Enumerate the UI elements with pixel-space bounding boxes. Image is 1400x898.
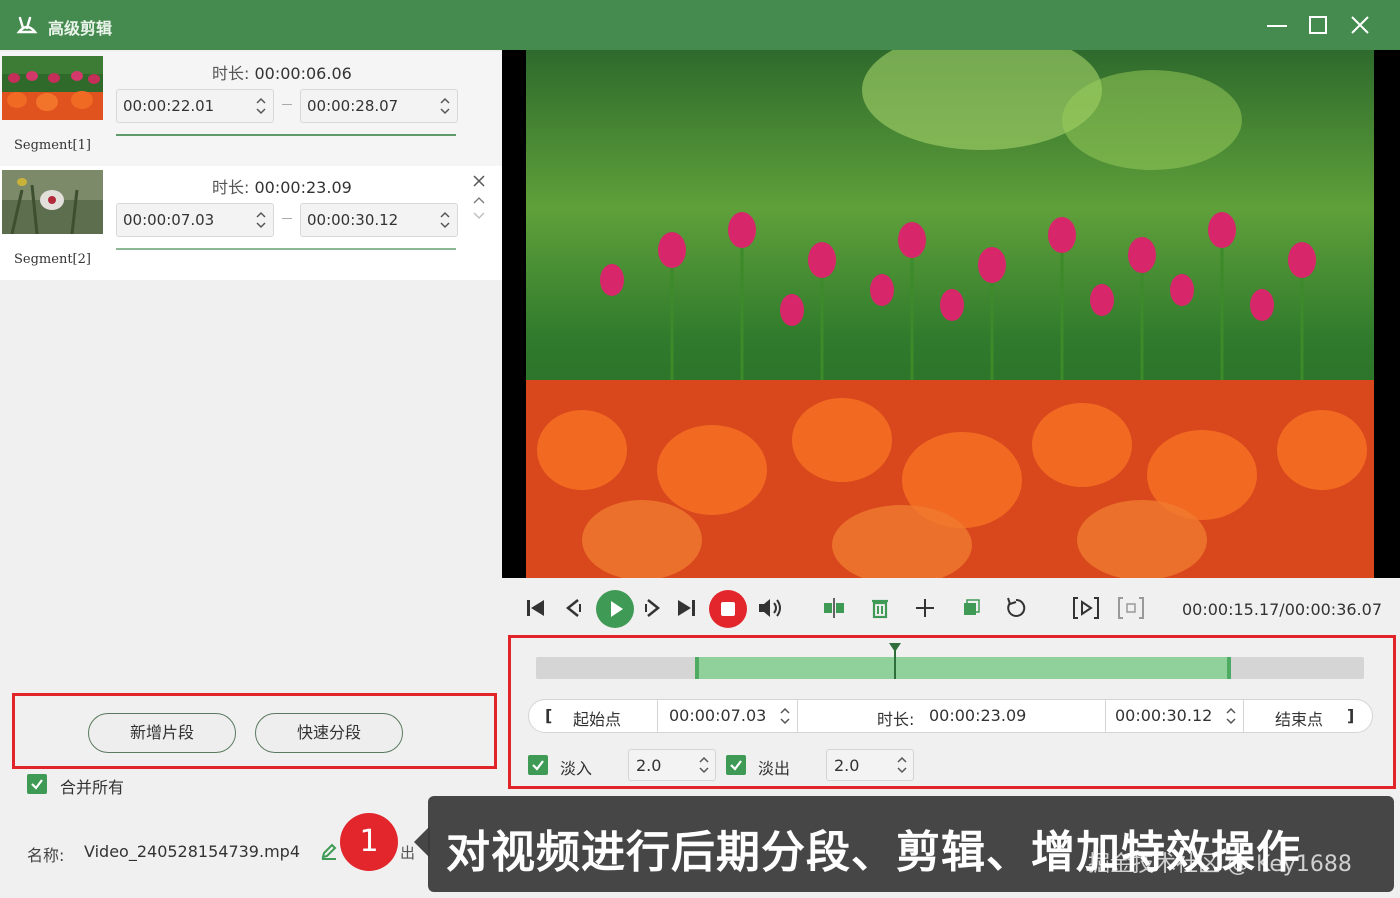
fade-in-label: 淡入 [560,759,593,778]
divider [797,700,798,732]
set-end-button[interactable]: 结束点 [1275,706,1323,730]
close-icon[interactable] [1345,10,1375,40]
merge-all-label: 合并所有 [60,778,125,797]
merge-all-checkbox[interactable] [27,774,47,794]
minimize-icon[interactable] [1262,10,1292,40]
segment-progress-line [116,134,456,136]
volume-icon[interactable] [754,592,786,624]
title-bar: 高级剪辑 [0,0,1400,50]
divider [657,700,658,732]
playhead-handle-icon[interactable] [889,643,902,652]
segment-duration: 00:00:06.06 [254,64,352,83]
stepper-icon[interactable] [779,704,791,728]
fade-in-checkbox[interactable] [528,755,548,775]
video-preview[interactable] [502,50,1400,578]
segment-thumbnail [2,170,103,234]
export-button-label[interactable]: 出 [400,842,415,863]
stepper-icon[interactable] [255,208,267,232]
player-controls: 00:00:15.17/00:00:36.07 [502,578,1400,638]
caption-banner: 对视频进行后期分段、剪辑、增加特效操作 掘金技术社区 @ Key1688 [428,796,1394,892]
duration-key: 时长: [212,178,250,197]
stop-icon[interactable] [709,590,747,628]
maximize-icon[interactable] [1303,10,1333,40]
segment-start-time-field[interactable]: 00:00:22.01 [116,89,274,123]
duration-key: 时长: [212,64,250,83]
segment-item[interactable]: 时长: 00:00:23.09 00:00:07.03 00:00:30.12 … [0,166,502,280]
timeline-selection[interactable] [694,657,1231,679]
step-number-badge: 1 [340,813,398,871]
timeline-track[interactable] [536,643,1364,679]
move-up-icon[interactable] [473,196,485,204]
stepper-icon[interactable] [439,208,451,232]
check-icon [31,779,43,790]
edit-name-icon[interactable] [320,842,338,860]
step-forward-icon[interactable] [636,592,668,624]
fade-out-input[interactable]: 2.0 [826,749,914,781]
divider [1105,700,1106,732]
segment-duration: 00:00:23.09 [254,178,352,197]
fade-in-input[interactable]: 2.0 [628,749,716,781]
copy-icon[interactable] [955,592,987,624]
snapshot-icon[interactable] [1115,592,1147,624]
range-duration-label: 时长: [877,710,915,729]
remove-segment-icon[interactable] [472,174,486,188]
segment-progress-line [116,248,456,250]
reset-icon[interactable] [1000,592,1032,624]
output-name-label: 名称: [27,846,65,865]
app-logo-icon [16,16,38,34]
range-start-time-field[interactable]: 00:00:07.03 [669,706,766,725]
range-editor: [ 起始点 00:00:07.03 时长: 00:00:23.09 00:00:… [528,699,1373,733]
split-icon[interactable] [818,592,850,624]
divider [1243,700,1244,732]
play-icon[interactable] [596,590,634,628]
move-down-icon[interactable] [473,212,485,220]
range-dash [282,218,292,219]
range-end-time-field[interactable]: 00:00:30.12 [1115,706,1212,725]
quick-segment-button[interactable]: 快速分段 [255,713,403,753]
check-icon [532,760,544,771]
segment-label: Segment[1] [14,138,91,153]
step-back-icon[interactable] [558,592,590,624]
set-start-button[interactable]: 起始点 [573,706,621,730]
skip-end-icon[interactable] [670,592,702,624]
add-icon[interactable] [909,592,941,624]
stepper-icon[interactable] [439,94,451,118]
segment-item[interactable]: 时长: 00:00:06.06 00:00:22.01 00:00:28.07 … [0,52,502,166]
segment-label: Segment[2] [14,252,91,267]
fade-out-checkbox[interactable] [726,755,746,775]
watermark-text: 掘金技术社区 @ Key1688 [1088,852,1352,877]
mark-in-icon[interactable] [1070,592,1102,624]
stepper-icon[interactable] [698,753,710,777]
range-dash [282,104,292,105]
fade-out-label: 淡出 [758,759,791,778]
app-title: 高级剪辑 [48,19,113,38]
add-segment-button[interactable]: 新增片段 [88,713,236,753]
stepper-icon[interactable] [896,753,908,777]
skip-start-icon[interactable] [520,592,552,624]
check-icon [730,760,742,771]
segment-start-time-field[interactable]: 00:00:07.03 [116,203,274,237]
segment-end-time-field[interactable]: 00:00:28.07 [300,89,458,123]
stepper-icon[interactable] [1225,704,1237,728]
stepper-icon[interactable] [255,94,267,118]
segment-thumbnail [2,56,103,120]
output-name-value: Video_240528154739.mp4 [84,842,300,861]
segment-end-time-field[interactable]: 00:00:30.12 [300,203,458,237]
start-bracket-icon[interactable]: [ [545,706,552,725]
end-bracket-icon[interactable]: ] [1347,706,1354,725]
range-duration-value: 00:00:23.09 [929,706,1027,725]
delete-icon[interactable] [864,592,896,624]
video-frame-image [502,50,1400,578]
time-readout: 00:00:15.17/00:00:36.07 [1182,600,1382,619]
